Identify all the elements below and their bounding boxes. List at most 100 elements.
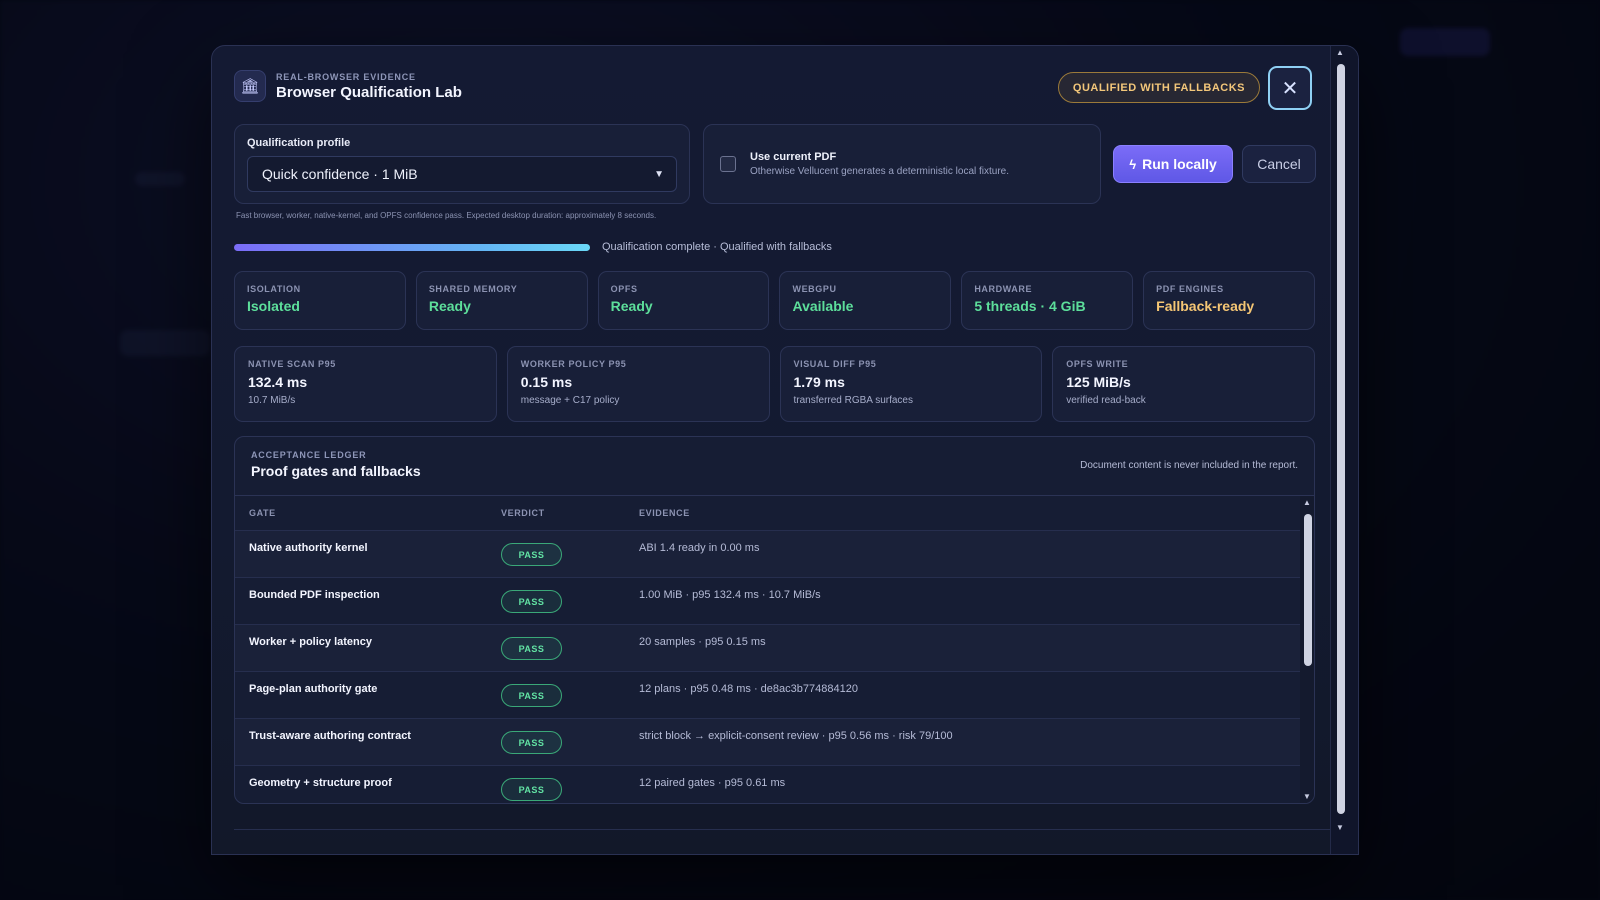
capability-card-opfs: OPFS Ready [597, 271, 770, 330]
profile-card: Qualification profile Quick confidence ·… [234, 124, 690, 204]
run-locally-button[interactable]: ϟ Run locally [1113, 145, 1233, 183]
close-button[interactable]: ✕ [1268, 66, 1312, 110]
gate-evidence: 20 samples · p95 0.15 ms [639, 636, 766, 648]
capability-value: Available [792, 298, 854, 314]
gate-evidence: ABI 1.4 ready in 0.00 ms [639, 542, 760, 554]
table-row: Trust-aware authoring contract PASS stri… [235, 718, 1300, 765]
metric-key: VISUAL DIFF P95 [793, 359, 877, 369]
acceptance-ledger: ACCEPTANCE LEDGER Proof gates and fallba… [234, 436, 1315, 804]
metric-value: 0.15 ms [520, 374, 573, 390]
capability-card-shared-memory: SHARED MEMORY Ready [415, 271, 588, 330]
table-row: Worker + policy latency PASS 20 samples … [235, 624, 1300, 671]
metric-value: 1.79 ms [793, 374, 845, 390]
metric-key: WORKER POLICY P95 [520, 359, 627, 369]
chevron-down-icon: ▼ [654, 168, 664, 180]
metric-card-worker-policy: WORKER POLICY P95 0.15 ms message + C17 … [506, 346, 770, 422]
ledger-table: GATE VERDICT EVIDENCE Native authority k… [235, 496, 1300, 803]
metric-key: OPFS WRITE [1066, 359, 1129, 369]
use-current-pdf-card[interactable]: Use current PDF Otherwise Vellucent gene… [703, 124, 1101, 204]
capability-value: Ready [610, 298, 653, 314]
capability-card-pdf-engines: PDF ENGINES Fallback-ready [1143, 271, 1315, 330]
table-row: Geometry + structure proof PASS 12 paire… [235, 765, 1300, 803]
ledger-privacy-note: Document content is never included in th… [1080, 460, 1298, 471]
cancel-button[interactable]: Cancel [1242, 145, 1316, 183]
run-locally-label: Run locally [1142, 156, 1217, 172]
metric-sub: verified read-back [1066, 395, 1146, 406]
gate-name: Worker + policy latency [249, 636, 372, 648]
scrollbar-thumb[interactable] [1337, 64, 1345, 814]
qualification-status-badge: QUALIFIED WITH FALLBACKS [1057, 72, 1260, 103]
ledger-scrollbar-thumb[interactable] [1304, 514, 1312, 666]
scroll-up-icon[interactable]: ▲ [1336, 48, 1344, 57]
gate-name: Native authority kernel [249, 542, 368, 554]
table-row: Page-plan authority gate PASS 12 plans ·… [235, 671, 1300, 718]
capability-key: ISOLATION [247, 284, 301, 294]
gate-evidence: 1.00 MiB · p95 132.4 ms · 10.7 MiB/s [639, 589, 821, 601]
capability-value: Isolated [247, 298, 300, 314]
gate-name: Page-plan authority gate [249, 683, 378, 695]
metric-value: 132.4 ms [248, 374, 308, 390]
use-current-pdf-label: Use current PDF [750, 151, 837, 163]
verdict-badge: PASS [501, 590, 562, 613]
capability-value: 5 threads · 4 GiB [974, 298, 1086, 314]
capability-key: PDF ENGINES [1156, 284, 1224, 294]
capability-key: HARDWARE [974, 284, 1033, 294]
profile-select[interactable]: Quick confidence · 1 MiB ▼ [247, 156, 677, 192]
ledger-scrollbar[interactable]: ▲ ▼ [1300, 496, 1314, 803]
metric-card-visual-diff: VISUAL DIFF P95 1.79 ms transferred RGBA… [779, 346, 1043, 422]
capability-card-isolation: ISOLATION Isolated [234, 271, 406, 330]
capability-value: Ready [428, 298, 471, 314]
close-icon: ✕ [1281, 77, 1299, 100]
capability-key: WEBGPU [792, 284, 837, 294]
metric-sub: message + C17 policy [520, 395, 620, 406]
gate-evidence: 12 plans · p95 0.48 ms · de8ac3b77488412… [639, 683, 858, 695]
capability-cards: ISOLATION Isolated SHARED MEMORY Ready O… [234, 271, 1315, 330]
table-row: Bounded PDF inspection PASS 1.00 MiB · p… [235, 577, 1300, 624]
capability-card-hardware: HARDWARE 5 threads · 4 GiB [961, 271, 1134, 330]
dialog-eyebrow: REAL-BROWSER EVIDENCE [276, 71, 416, 82]
scroll-up-icon[interactable]: ▲ [1303, 498, 1311, 507]
dialog-title: Browser Qualification Lab [276, 83, 462, 101]
gate-name: Trust-aware authoring contract [249, 730, 411, 742]
verdict-badge: PASS [501, 543, 562, 566]
column-header-gate: GATE [249, 508, 276, 518]
profile-label: Qualification profile [247, 137, 351, 149]
gate-evidence: strict block → explicit-consent review ·… [639, 730, 953, 742]
dialog-scrollbar[interactable]: ▲ ▼ [1330, 46, 1358, 854]
metric-value: 125 MiB/s [1066, 374, 1131, 390]
progress-status-text: Qualification complete · Qualified with … [602, 241, 832, 253]
column-header-verdict: VERDICT [501, 508, 545, 518]
ledger-rows: Native authority kernel PASS ABI 1.4 rea… [235, 530, 1300, 803]
capability-value: Fallback-ready [1156, 298, 1255, 314]
bank-icon: 🏛 [234, 70, 266, 102]
metric-sub: 10.7 MiB/s [248, 395, 296, 406]
verdict-badge: PASS [501, 731, 562, 754]
use-current-pdf-hint: Otherwise Vellucent generates a determin… [750, 166, 1010, 177]
metric-sub: transferred RGBA surfaces [793, 395, 914, 406]
metric-card-opfs-write: OPFS WRITE 125 MiB/s verified read-back [1052, 346, 1315, 422]
verdict-badge: PASS [501, 684, 562, 707]
qualification-dialog: 🏛 REAL-BROWSER EVIDENCE Browser Qualific… [211, 45, 1359, 855]
capability-card-webgpu: WEBGPU Available [779, 271, 952, 330]
verdict-badge: PASS [501, 637, 562, 660]
ledger-eyebrow: ACCEPTANCE LEDGER [251, 450, 367, 460]
capability-key: OPFS [610, 284, 638, 294]
gate-name: Geometry + structure proof [249, 777, 392, 789]
dialog-header: 🏛 REAL-BROWSER EVIDENCE Browser Qualific… [234, 70, 462, 102]
scroll-down-icon[interactable]: ▼ [1336, 823, 1344, 832]
lightning-icon: ϟ [1129, 156, 1137, 172]
ledger-table-header: GATE VERDICT EVIDENCE [235, 496, 1300, 530]
verdict-badge: PASS [501, 778, 562, 801]
metric-card-native-scan: NATIVE SCAN P95 132.4 ms 10.7 MiB/s [234, 346, 497, 422]
metric-cards: NATIVE SCAN P95 132.4 ms 10.7 MiB/s WORK… [234, 346, 1315, 422]
ledger-header: ACCEPTANCE LEDGER Proof gates and fallba… [235, 437, 1314, 496]
use-current-pdf-checkbox[interactable] [720, 156, 736, 172]
capability-key: SHARED MEMORY [428, 284, 518, 294]
column-header-evidence: EVIDENCE [639, 508, 690, 518]
table-row: Native authority kernel PASS ABI 1.4 rea… [235, 530, 1300, 577]
scroll-down-icon[interactable]: ▼ [1303, 792, 1311, 801]
metric-key: NATIVE SCAN P95 [248, 359, 336, 369]
gate-name: Bounded PDF inspection [249, 589, 380, 601]
profile-selected-value: Quick confidence · 1 MiB [262, 166, 418, 182]
profile-hint: Fast browser, worker, native-kernel, and… [236, 211, 657, 220]
